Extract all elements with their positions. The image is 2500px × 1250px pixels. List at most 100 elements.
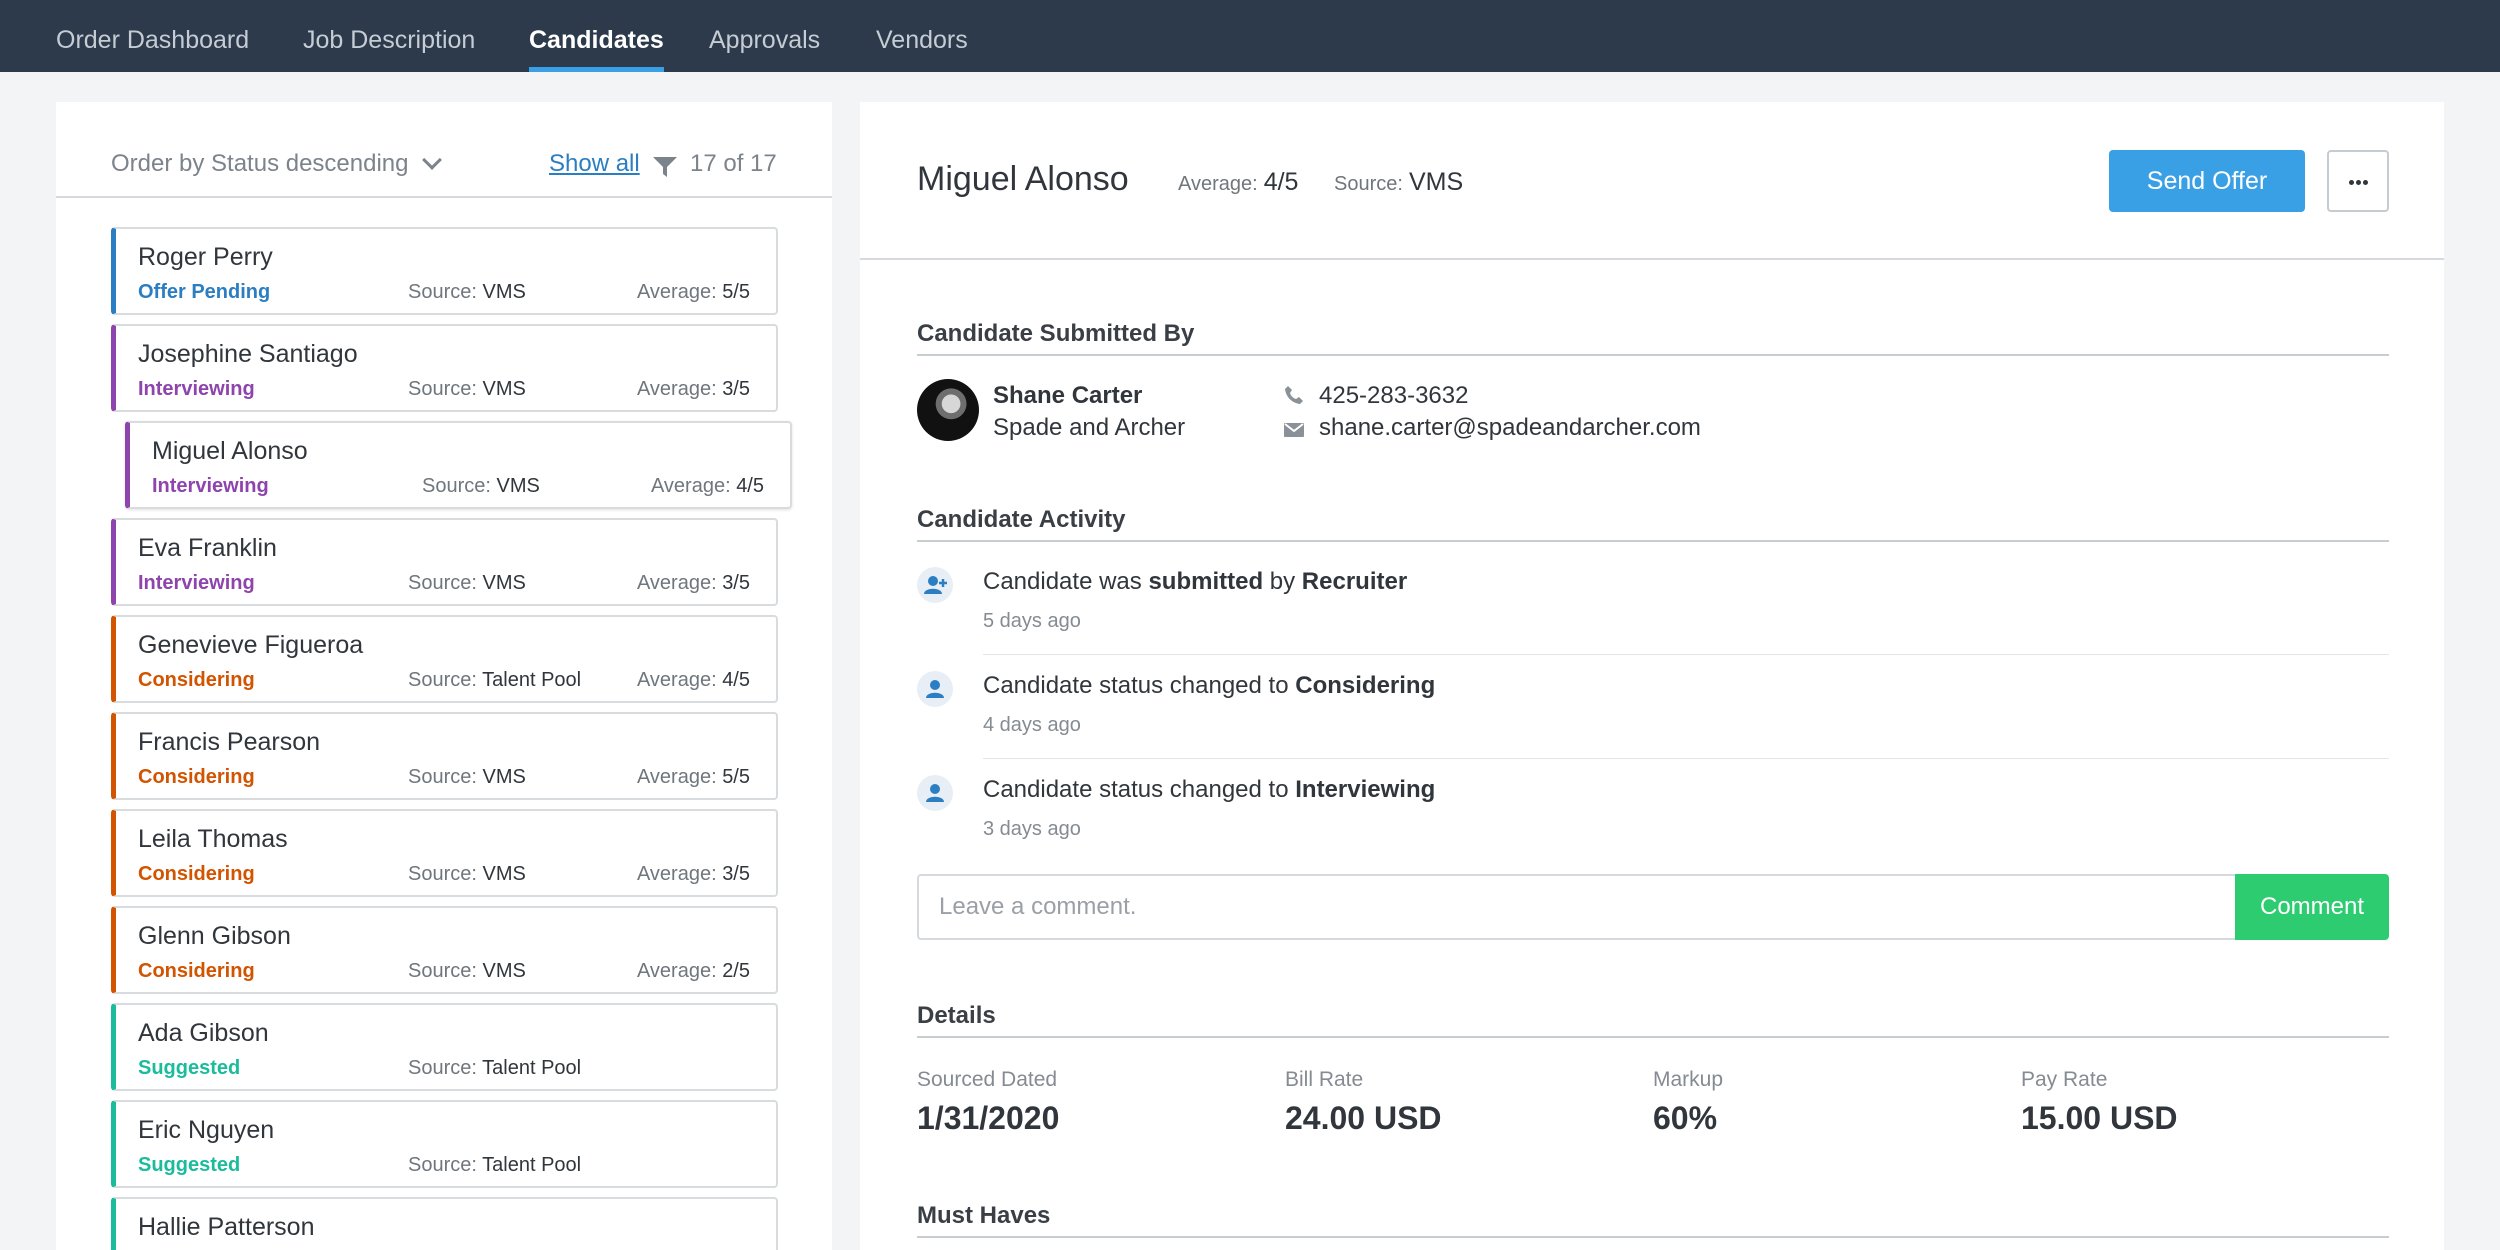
candidate-card-status: Suggested: [138, 1154, 241, 1176]
sourced-date-label: Sourced Dated: [917, 1068, 1058, 1091]
add-user-icon: [917, 567, 953, 603]
candidate-card-source: Source: VMS: [408, 960, 526, 982]
tab-order-dashboard[interactable]: Order Dashboard: [56, 0, 249, 72]
user-icon: [917, 671, 953, 707]
candidate-card-name: Hallie Patterson: [138, 1213, 315, 1241]
send-offer-button[interactable]: Send Offer: [2109, 150, 2305, 212]
candidate-card-source: Source: Talent Pool: [408, 1154, 582, 1176]
submitter-email[interactable]: shane.carter@spadeandarcher.com: [1319, 414, 1701, 442]
candidate-card-average: Average: 5/5: [636, 766, 750, 788]
activity-time: 3 days ago: [983, 818, 1081, 840]
user-icon: [917, 775, 953, 811]
phone-icon: [1285, 386, 1303, 404]
filter-icon[interactable]: [652, 156, 678, 178]
order-by-label: Order by Status descending: [111, 150, 409, 177]
sourced-date-value: 1/31/2020: [917, 1100, 1060, 1136]
more-dot: [2348, 180, 2354, 185]
activity-time: 4 days ago: [983, 714, 1081, 736]
candidate-card[interactable]: Josephine Santiago Interviewing Source: VM…: [111, 324, 778, 412]
candidate-card-status: Considering: [138, 863, 255, 885]
candidate-card-source: Source: VMS: [408, 281, 526, 303]
candidate-detail-panel: Miguel Alonso Average: 4/5 Source: VMS Sen…: [860, 102, 2444, 1250]
candidate-card-name: Ada Gibson: [138, 1019, 269, 1047]
candidate-card-average: Average: 5/5: [636, 281, 750, 303]
tab-approvals[interactable]: Approvals: [709, 0, 820, 72]
candidate-list-panel: Order by Status descending Show all 17 o…: [56, 102, 832, 1250]
candidate-card-status: Offer Pending: [138, 281, 271, 303]
markup-value: 60%: [1653, 1100, 1718, 1136]
candidate-card-name: Roger Perry: [138, 243, 273, 271]
pay-rate-value: 15.00 USD: [2021, 1100, 2178, 1136]
candidate-card-average: Average: 3/5: [636, 863, 750, 885]
candidate-card[interactable]: Ada Gibson Suggested Source: Talent Pool: [111, 1003, 778, 1091]
source-value: VMS: [1408, 168, 1464, 196]
candidate-card[interactable]: Eric Nguyen Suggested Source: Talent Pool: [111, 1100, 778, 1188]
more-dot: [2355, 180, 2361, 185]
must-haves-heading: Must Haves: [917, 1202, 2389, 1238]
candidate-card-name: Miguel Alonso: [152, 437, 308, 465]
chevron-down-icon: [421, 150, 442, 170]
candidate-card-status: Considering: [138, 960, 255, 982]
average-label: Average:: [1178, 173, 1258, 195]
candidate-card[interactable]: Francis Pearson Considering Source: VMS Ave…: [111, 712, 778, 800]
avatar: [917, 379, 979, 441]
comment-input[interactable]: Leave a comment.: [917, 874, 2237, 940]
candidate-card-average: Average: 2/5: [636, 960, 750, 982]
header-source: Source: VMS: [1334, 168, 1463, 197]
show-all-link[interactable]: Show all: [549, 150, 640, 178]
submitter-phone[interactable]: 425-283-3632: [1319, 382, 1468, 410]
candidate-card-name: Eva Franklin: [138, 534, 277, 562]
candidate-name: Miguel Alonso: [917, 160, 1129, 198]
top-nav: Order Dashboard Job Description Candidat…: [0, 0, 2500, 72]
comment-button[interactable]: Comment: [2235, 874, 2389, 940]
candidate-card[interactable]: Miguel Alonso Interviewing Source: VMS Aver…: [125, 421, 792, 509]
tab-candidates[interactable]: Candidates: [529, 0, 664, 72]
pay-rate-label: Pay Rate: [2021, 1068, 2108, 1091]
candidate-card[interactable]: Eva Franklin Interviewing Source: VMS Avera…: [111, 518, 778, 606]
candidate-card[interactable]: Glenn Gibson Considering Source: VMS Averag…: [111, 906, 778, 994]
candidate-card-source: Source: VMS: [408, 572, 526, 594]
candidate-card-name: Francis Pearson: [138, 728, 321, 756]
mail-icon: [1284, 423, 1304, 437]
candidate-card-source: Source: Talent Pool: [408, 1057, 582, 1079]
activity-text: Candidate was submitted by Recruiter: [983, 568, 1408, 595]
candidate-card-average: Average: 4/5: [636, 669, 750, 691]
candidate-card-average: Average: 4/5: [650, 475, 764, 497]
candidate-card-status: Interviewing: [138, 378, 255, 400]
candidate-card-name: Eric Nguyen: [138, 1116, 275, 1144]
submitter-name: Shane Carter: [993, 382, 1143, 409]
average-value: 4/5: [1263, 168, 1299, 196]
order-by-dropdown[interactable]: Order by Status descending: [111, 150, 442, 178]
candidate-card-average: Average: 3/5: [636, 378, 750, 400]
bill-rate-label: Bill Rate: [1285, 1068, 1364, 1091]
activity-heading: Candidate Activity: [917, 506, 2389, 542]
candidate-card[interactable]: Leila Thomas Considering Source: VMS Averag…: [111, 809, 778, 897]
tab-vendors[interactable]: Vendors: [876, 0, 968, 72]
candidate-card[interactable]: Roger Perry Offer Pending Source: VMS Avera…: [111, 227, 778, 315]
candidate-card[interactable]: Hallie Patterson: [111, 1197, 778, 1250]
candidate-card-source: Source: VMS: [422, 475, 540, 497]
tab-job-description[interactable]: Job Description: [303, 0, 475, 72]
candidate-card-status: Interviewing: [152, 475, 269, 497]
candidate-card-source: Source: VMS: [408, 863, 526, 885]
candidate-card-source: Source: Talent Pool: [408, 669, 582, 691]
candidate-card[interactable]: Genevieve Figueroa Considering Source: Tal…: [111, 615, 778, 703]
submitted-by-heading: Candidate Submitted By: [917, 320, 2389, 356]
candidate-count: 17 of 17: [690, 150, 777, 177]
more-dot: [2362, 180, 2368, 185]
activity-divider: [983, 758, 2389, 759]
candidate-card-name: Genevieve Figueroa: [138, 631, 364, 659]
candidate-card-status: Interviewing: [138, 572, 255, 594]
candidate-card-status: Considering: [138, 669, 255, 691]
activity-text: Candidate status changed to Interviewing: [983, 776, 1436, 803]
more-options-button[interactable]: [2327, 150, 2389, 212]
details-heading: Details: [917, 1002, 2389, 1038]
activity-text: Candidate status changed to Considering: [983, 672, 1436, 699]
activity-divider: [983, 654, 2389, 655]
candidate-card-status: Suggested: [138, 1057, 241, 1079]
activity-time: 5 days ago: [983, 610, 1081, 632]
list-toolbar: Order by Status descending Show all 17 o…: [56, 102, 832, 198]
candidate-card-name: Leila Thomas: [138, 825, 288, 853]
candidate-card-average: Average: 3/5: [636, 572, 750, 594]
candidate-card-source: Source: VMS: [408, 766, 526, 788]
